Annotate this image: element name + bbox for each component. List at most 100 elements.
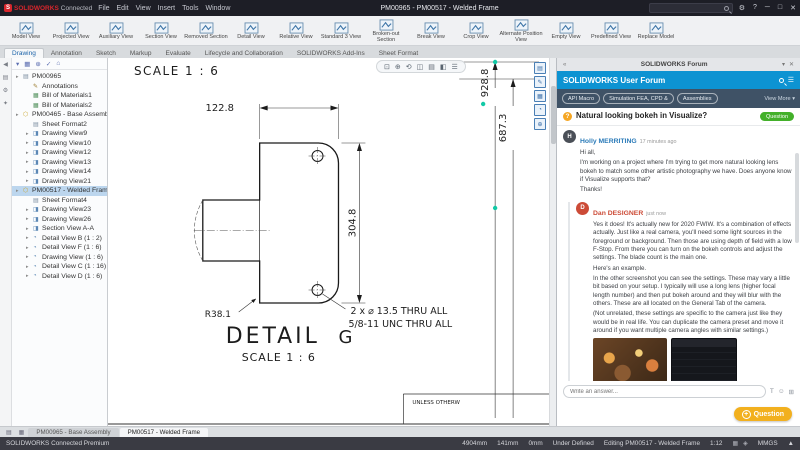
hud-icon[interactable]: ⟲: [406, 63, 412, 71]
ribbon-button[interactable]: Relative View: [274, 17, 318, 45]
expand-caret-icon[interactable]: ▸: [26, 245, 31, 251]
tree-item[interactable]: ▸ PM00465 - Base Assembly: [12, 110, 107, 120]
hud-icon[interactable]: ⊡: [384, 63, 390, 71]
tree-item[interactable]: ▸ Drawing View14: [12, 167, 107, 177]
panel-tab-icon[interactable]: ◀: [3, 61, 8, 68]
forum-scrollbar[interactable]: [795, 153, 799, 243]
ribbon-button[interactable]: Auxiliary View: [94, 17, 138, 45]
tree-item[interactable]: ▸ Drawing View9: [12, 129, 107, 139]
status-units[interactable]: MMGS: [758, 440, 778, 447]
tree-item[interactable]: ▸ Detail View C (1 : 16): [12, 262, 107, 272]
dimension-928[interactable]: 928.8: [447, 60, 539, 418]
hud-icon[interactable]: ☰: [452, 63, 458, 71]
forum-menu-icon[interactable]: ☰: [788, 76, 794, 84]
status-grid-icon[interactable]: ▦: [732, 440, 738, 447]
reply-image-settings-screenshot[interactable]: [671, 338, 737, 381]
hud-icon[interactable]: ◧: [440, 63, 447, 71]
part-outline[interactable]: [203, 143, 339, 303]
ribbon-button[interactable]: Predefined View: [589, 17, 633, 45]
command-tab[interactable]: Annotation: [44, 49, 89, 58]
tree-toolbar-icon[interactable]: ⊕: [35, 60, 40, 68]
tab-list-icon[interactable]: ▤: [3, 429, 15, 437]
status-sheet-scale[interactable]: 1:12: [710, 440, 722, 447]
tree-item[interactable]: ▸ Detail View F (1 : 6): [12, 243, 107, 253]
expand-caret-icon[interactable]: ▸: [26, 235, 31, 241]
reply-author[interactable]: Dan DESIGNER: [593, 210, 643, 217]
ribbon-button[interactable]: Section View: [139, 17, 183, 45]
command-tab[interactable]: Lifecycle and Collaboration: [198, 49, 290, 58]
hole-callout-note[interactable]: 2 x ⌀ 13.5 THRU ALL 5/8-11 UNC THRU ALL: [323, 294, 453, 330]
ribbon-button[interactable]: Standard 3 View: [319, 17, 363, 45]
menu-item[interactable]: View: [136, 5, 151, 12]
expand-caret-icon[interactable]: ▸: [26, 207, 31, 213]
hud-icon[interactable]: ▤: [428, 63, 435, 71]
tree-item[interactable]: ▸ Drawing View10: [12, 139, 107, 149]
view-scale-label[interactable]: SCALE 1 : 6: [134, 64, 219, 78]
panel-tab-icon[interactable]: ▤: [3, 74, 9, 81]
menu-item[interactable]: File: [98, 5, 109, 12]
tree-item[interactable]: ▸ Drawing View12: [12, 148, 107, 158]
expand-caret-icon[interactable]: ▸: [26, 254, 31, 260]
drawing-sheet[interactable]: SCALE 1 : 6: [108, 58, 556, 426]
ask-question-button[interactable]: + Question: [734, 407, 792, 421]
menu-item[interactable]: Window: [205, 5, 230, 12]
tree-item[interactable]: ▸ Drawing View21: [12, 177, 107, 187]
tree-item[interactable]: ▸ Section View A-A: [12, 224, 107, 234]
expand-caret-icon[interactable]: ▸: [26, 226, 31, 232]
post-author[interactable]: Holly MERRITING: [580, 138, 637, 145]
topic-chip[interactable]: Assemblies: [677, 93, 718, 104]
dimension-width[interactable]: 122.8: [205, 103, 338, 139]
command-tab[interactable]: Sheet Format: [372, 49, 425, 58]
composer-format-icon[interactable]: ⊞: [789, 388, 794, 396]
ribbon-button[interactable]: Broken-out Section: [364, 17, 408, 45]
avatar[interactable]: H: [563, 130, 576, 143]
expand-caret-icon[interactable]: ▸: [26, 159, 31, 165]
ribbon-button[interactable]: Projected View: [49, 17, 93, 45]
search-input[interactable]: [649, 3, 733, 13]
status-tag-icon[interactable]: ◈: [743, 440, 748, 447]
tree-item[interactable]: ▸ Bill of Materials2: [12, 101, 107, 111]
tree-item[interactable]: ▸ Drawing View23: [12, 205, 107, 215]
topic-chip[interactable]: Simulation FEA, CPD &: [603, 93, 674, 104]
detail-view-letter[interactable]: G: [338, 327, 352, 348]
dimension-height[interactable]: 304.8: [341, 143, 365, 303]
markup-tool-icon[interactable]: ▦: [534, 90, 546, 102]
detail-scale-label[interactable]: SCALE 1 : 6: [242, 351, 316, 364]
command-tab[interactable]: Drawing: [4, 48, 44, 58]
forum-search-icon[interactable]: [779, 78, 784, 83]
command-tab[interactable]: SOLIDWORKS Add-Ins: [290, 49, 372, 58]
markup-tool-icon[interactable]: ⊕: [534, 118, 546, 130]
radius-dimension[interactable]: R38.1: [205, 299, 256, 320]
tree-toolbar-icon[interactable]: ▾: [16, 60, 19, 68]
expand-caret-icon[interactable]: ▸: [26, 140, 31, 146]
menu-item[interactable]: Tools: [182, 5, 198, 12]
help-icon[interactable]: ?: [753, 4, 757, 12]
markup-tool-icon[interactable]: ▤: [534, 62, 546, 74]
status-expand-icon[interactable]: ▲: [788, 440, 794, 447]
expand-caret-icon[interactable]: ▸: [26, 131, 31, 137]
answer-input[interactable]: [563, 385, 766, 398]
menu-item[interactable]: Insert: [158, 5, 176, 12]
ribbon-button[interactable]: Removed Section: [184, 17, 228, 45]
menu-item[interactable]: Edit: [117, 5, 129, 12]
hud-icon[interactable]: ◫: [417, 63, 424, 71]
hud-icon[interactable]: ⊕: [395, 63, 401, 71]
markup-tool-icon[interactable]: ◔: [534, 104, 546, 116]
ribbon-button[interactable]: Crop View: [454, 17, 498, 45]
tree-toolbar-icon[interactable]: ▦: [24, 60, 30, 68]
ribbon-button[interactable]: Detail View: [229, 17, 273, 45]
view-more-link[interactable]: View More ▾: [764, 96, 795, 102]
tree-toolbar-icon[interactable]: ✓: [46, 60, 51, 68]
detail-view-label[interactable]: DETAIL: [226, 324, 320, 349]
panel-tab-icon[interactable]: ⚙: [3, 87, 8, 94]
expand-caret-icon[interactable]: ▸: [26, 264, 31, 270]
composer-format-icon[interactable]: ☺: [778, 388, 785, 396]
panel-tab-icon[interactable]: ✦: [3, 100, 8, 107]
tree-item[interactable]: ▸ Annotations: [12, 82, 107, 92]
drawing-canvas[interactable]: SCALE 1 : 6: [108, 58, 556, 426]
minimize-icon[interactable]: ─: [765, 4, 770, 12]
tree-item[interactable]: ▸ Detail View D (1 : 6): [12, 272, 107, 282]
topic-chip[interactable]: API Macro: [562, 93, 600, 104]
tree-item[interactable]: ▸ PM00517 - Welded Frame: [12, 186, 107, 196]
expand-caret-icon[interactable]: ▸: [26, 273, 31, 279]
